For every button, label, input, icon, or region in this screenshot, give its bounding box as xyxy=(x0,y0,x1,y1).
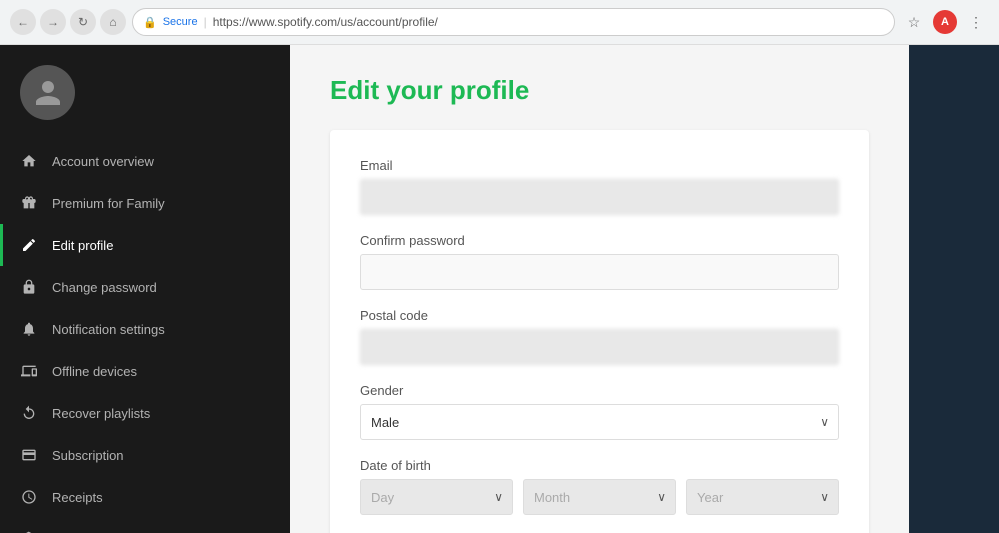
bell-icon xyxy=(20,320,38,338)
sidebar-item-notification-settings[interactable]: Notification settings xyxy=(0,308,290,350)
email-input[interactable] xyxy=(360,179,839,215)
home-button[interactable]: ⌂ xyxy=(100,9,126,35)
email-label: Email xyxy=(360,158,839,173)
confirm-password-group: Confirm password xyxy=(360,233,839,290)
main-content: Edit your profile Email Confirm password… xyxy=(290,45,909,533)
lock-icon: 🔒 xyxy=(143,16,157,29)
url-separator: | xyxy=(204,15,207,29)
avatar xyxy=(20,65,75,120)
sidebar-nav: Account overview Premium for Family Edit… xyxy=(0,130,290,533)
dob-label: Date of birth xyxy=(360,458,839,473)
main-area: Account overview Premium for Family Edit… xyxy=(0,45,999,533)
secure-label: Secure xyxy=(163,16,198,28)
dob-month-wrapper: Month ∨ xyxy=(523,479,676,515)
dob-group: Date of birth Day ∨ Month ∨ xyxy=(360,458,839,515)
star-button[interactable]: ☆ xyxy=(901,9,927,35)
dob-year-select[interactable]: Year xyxy=(686,479,839,515)
gender-group: Gender Male Female Non-binary Prefer not… xyxy=(360,383,839,440)
browser-chrome: ← → ↻ ⌂ 🔒 Secure | https://www.spotify.c… xyxy=(0,0,999,45)
home-icon xyxy=(20,152,38,170)
sidebar-item-recover-playlists[interactable]: Recover playlists xyxy=(0,392,290,434)
browser-nav-buttons: ← → ↻ ⌂ xyxy=(10,9,126,35)
subscription-icon xyxy=(20,446,38,464)
lock-icon xyxy=(20,278,38,296)
refresh-button[interactable]: ↻ xyxy=(70,9,96,35)
back-button[interactable]: ← xyxy=(10,9,36,35)
sidebar-item-edit-profile[interactable]: Edit profile xyxy=(0,224,290,266)
sidebar-item-account-overview[interactable]: Account overview xyxy=(0,140,290,182)
right-background xyxy=(909,45,999,533)
devices-icon xyxy=(20,362,38,380)
sidebar-item-apps[interactable]: Apps xyxy=(0,518,290,533)
sidebar-item-offline-devices[interactable]: Offline devices xyxy=(0,350,290,392)
forward-button[interactable]: → xyxy=(40,9,66,35)
receipts-icon xyxy=(20,488,38,506)
dob-year-wrapper: Year ∨ xyxy=(686,479,839,515)
browser-profile-icon[interactable]: A xyxy=(933,10,957,34)
menu-button[interactable]: ⋮ xyxy=(963,9,989,35)
gender-select-wrapper: Male Female Non-binary Prefer not to say… xyxy=(360,404,839,440)
email-group: Email xyxy=(360,158,839,215)
dob-month-select[interactable]: Month xyxy=(523,479,676,515)
dob-day-select[interactable]: Day xyxy=(360,479,513,515)
confirm-password-input[interactable] xyxy=(360,254,839,290)
gift-icon xyxy=(20,194,38,212)
postal-code-label: Postal code xyxy=(360,308,839,323)
address-bar[interactable]: 🔒 Secure | https://www.spotify.com/us/ac… xyxy=(132,8,895,36)
gender-label: Gender xyxy=(360,383,839,398)
dob-day-wrapper: Day ∨ xyxy=(360,479,513,515)
sidebar-item-change-password[interactable]: Change password xyxy=(0,266,290,308)
postal-code-group: Postal code xyxy=(360,308,839,365)
form-card: Email Confirm password Postal code Gende… xyxy=(330,130,869,533)
page-title: Edit your profile xyxy=(330,75,869,106)
gender-select[interactable]: Male Female Non-binary Prefer not to say xyxy=(360,404,839,440)
confirm-password-label: Confirm password xyxy=(360,233,839,248)
browser-actions: ☆ A ⋮ xyxy=(901,9,989,35)
pencil-icon xyxy=(20,236,38,254)
dob-row: Day ∨ Month ∨ Year ∨ xyxy=(360,479,839,515)
postal-code-input[interactable] xyxy=(360,329,839,365)
sidebar-header xyxy=(0,45,290,130)
sidebar-item-premium-for-family[interactable]: Premium for Family xyxy=(0,182,290,224)
sidebar-item-receipts[interactable]: Receipts xyxy=(0,476,290,518)
sidebar-item-subscription[interactable]: Subscription xyxy=(0,434,290,476)
recover-icon xyxy=(20,404,38,422)
sidebar: Account overview Premium for Family Edit… xyxy=(0,45,290,533)
url-text: https://www.spotify.com/us/account/profi… xyxy=(213,15,438,29)
